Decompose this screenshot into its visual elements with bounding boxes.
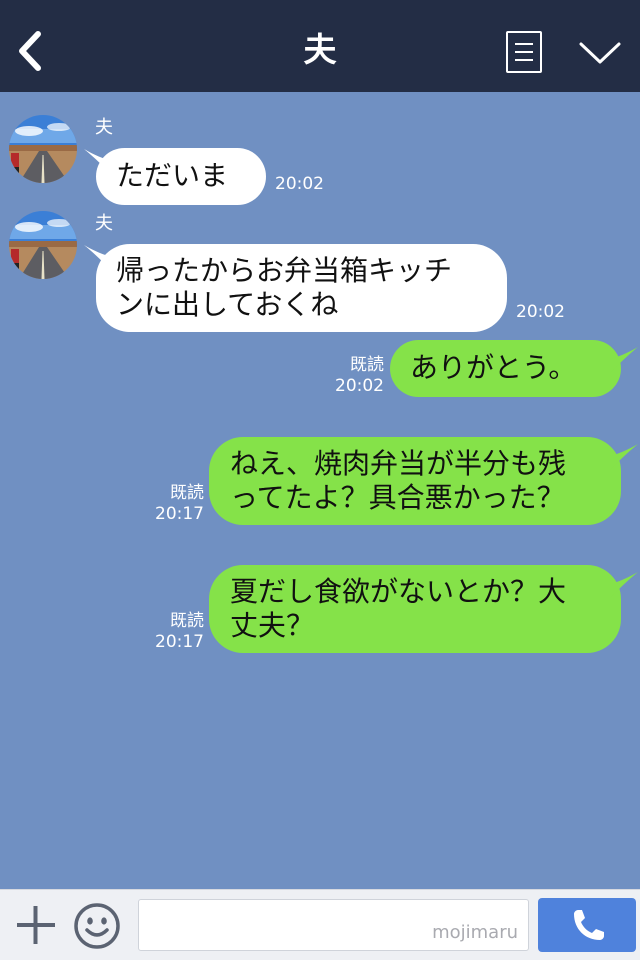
expand-menu-button[interactable] xyxy=(578,40,622,68)
smiley-icon xyxy=(74,903,120,949)
note-list-button[interactable] xyxy=(506,31,542,73)
add-attachment-button[interactable] xyxy=(16,905,56,945)
chat-title: 夫 xyxy=(303,30,337,69)
back-button[interactable] xyxy=(14,30,48,72)
chevron-down-icon xyxy=(579,42,621,64)
bubble-tail xyxy=(610,347,638,373)
message-text: ただいま xyxy=(116,159,229,192)
message-text-line: ンに出しておくね xyxy=(116,288,339,321)
chevron-left-icon xyxy=(19,31,41,71)
sender-name: 夫 xyxy=(95,117,113,138)
emoji-button[interactable] xyxy=(73,902,121,950)
avatar[interactable] xyxy=(9,115,77,183)
bubble-tail xyxy=(610,444,638,470)
message-input[interactable]: mojimaru xyxy=(138,899,529,951)
bubble-tail xyxy=(610,572,638,598)
avatar[interactable] xyxy=(9,211,77,279)
watermark-text: mojimaru xyxy=(432,922,518,943)
message-text-line: 夏だし食欲がないとか？大 xyxy=(230,575,567,608)
message-text-line: ってたよ？具合悪かった？ xyxy=(230,481,565,514)
message-text: ありがとう。 xyxy=(410,351,577,384)
read-receipt: 既読 xyxy=(170,611,204,631)
message-bubble[interactable]: ありがとう。 xyxy=(390,340,621,397)
read-receipt: 既読 xyxy=(170,483,204,503)
sender-name: 夫 xyxy=(95,213,113,234)
message-time: 20:02 xyxy=(335,376,384,396)
chat-header: 夫 xyxy=(0,0,640,92)
input-bar: mojimaru xyxy=(0,889,640,960)
message-time: 20:02 xyxy=(275,174,324,194)
message-bubble[interactable]: ねえ、焼肉弁当が半分も残 ってたよ？具合悪かった？ xyxy=(209,437,621,525)
message-text-line: ねえ、焼肉弁当が半分も残 xyxy=(230,447,567,480)
message-text-line: 丈夫？ xyxy=(230,609,315,642)
message-time: 20:02 xyxy=(516,302,565,322)
message-list[interactable]: 夫 ただいま 20:02 夫 帰ったからお弁当箱キッチ ンに出しておくね 20:… xyxy=(0,92,640,889)
message-time: 20:17 xyxy=(155,632,204,652)
message-text-line: 帰ったからお弁当箱キッチ xyxy=(116,254,453,287)
message-bubble[interactable]: 帰ったからお弁当箱キッチ ンに出しておくね xyxy=(96,244,507,332)
message-bubble[interactable]: 夏だし食欲がないとか？大 丈夫？ xyxy=(209,565,621,653)
plus-icon xyxy=(17,906,55,944)
read-receipt: 既読 xyxy=(350,355,384,375)
phone-icon xyxy=(574,910,604,940)
call-button[interactable] xyxy=(538,898,636,952)
message-time: 20:17 xyxy=(155,504,204,524)
message-bubble[interactable]: ただいま xyxy=(96,148,266,205)
